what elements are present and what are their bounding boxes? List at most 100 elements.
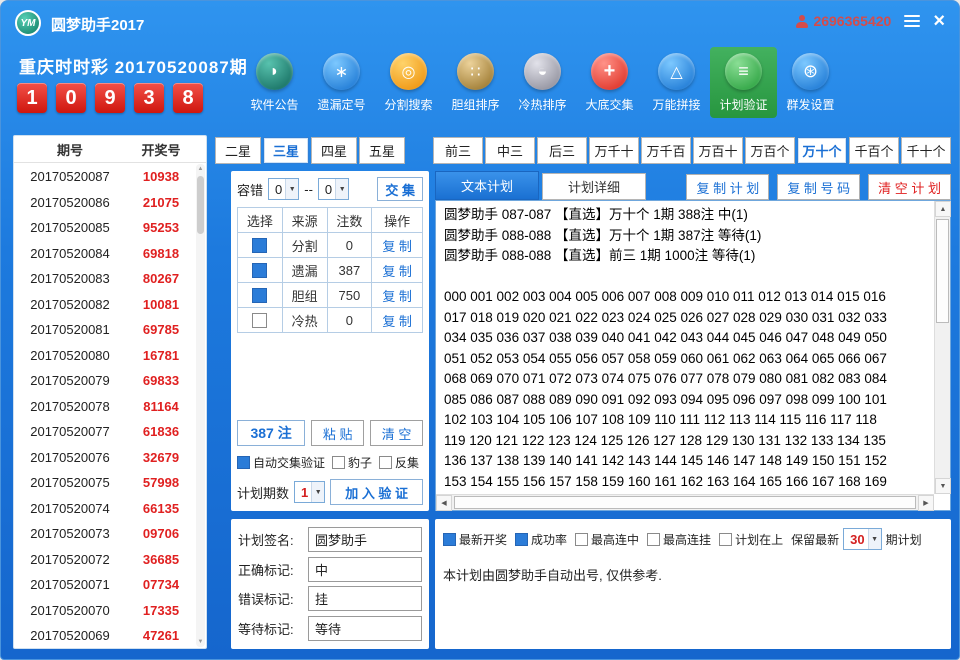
star-tab[interactable]: 四星 <box>311 137 357 164</box>
copy-source-button[interactable]: 复 制 <box>382 314 412 329</box>
display-option[interactable]: 最新开奖 <box>443 531 507 548</box>
draw-row[interactable]: 2017052007557998 <box>14 470 196 496</box>
position-tab[interactable]: 千十个 <box>901 137 951 164</box>
field-input[interactable] <box>308 616 422 641</box>
source-checkbox[interactable] <box>252 313 267 328</box>
option-checkbox[interactable] <box>443 533 456 546</box>
position-tab[interactable]: 万千百 <box>641 137 691 164</box>
plan-tab[interactable]: 计划详细 <box>542 173 646 200</box>
copy-numbers-button[interactable]: 复 制 号 码 <box>777 174 860 200</box>
draw-row[interactable]: 2017052008621075 <box>14 190 196 216</box>
option-checkbox[interactable] <box>647 533 660 546</box>
position-tab[interactable]: 万十个 <box>797 137 847 164</box>
draw-row[interactable]: 2017052007309706 <box>14 521 196 547</box>
toolbar-item-splice[interactable]: △万能拼接 <box>643 47 710 118</box>
display-option[interactable]: 计划在上 <box>719 531 783 548</box>
scroll-left-icon[interactable]: ◀ <box>436 495 452 511</box>
position-tab[interactable]: 万百个 <box>745 137 795 164</box>
draw-row[interactable]: 2017052007761836 <box>14 419 196 445</box>
source-checkbox[interactable] <box>252 263 267 278</box>
toolbar-item-intersection[interactable]: +大底交集 <box>576 47 643 118</box>
draw-row[interactable]: 2017052007017335 <box>14 598 196 624</box>
star-tab[interactable]: 二星 <box>215 137 261 164</box>
display-option[interactable]: 最高连挂 <box>647 531 711 548</box>
position-tab[interactable]: 千百个 <box>849 137 899 164</box>
position-tab[interactable]: 前三 <box>433 137 483 164</box>
draw-row[interactable]: 2017052007881164 <box>14 394 196 420</box>
user-account[interactable]: 2696365420 <box>795 13 891 29</box>
toolbar-item-plan-verify[interactable]: ≡计划验证 <box>710 47 777 118</box>
draw-row[interactable]: 2017052008210081 <box>14 292 196 318</box>
scroll-down-icon[interactable]: ▼ <box>935 478 951 494</box>
draw-row[interactable]: 2017052007632679 <box>14 445 196 471</box>
reverse-checkbox[interactable] <box>379 456 392 469</box>
clear-plan-button[interactable]: 清 空 计 划 <box>868 174 951 200</box>
reverse-option[interactable]: 反集 <box>379 454 419 471</box>
copy-source-button[interactable]: 复 制 <box>382 239 412 254</box>
source-checkbox[interactable] <box>252 238 267 253</box>
draw-digit: 9 <box>95 83 125 113</box>
position-tab[interactable]: 万千十 <box>589 137 639 164</box>
menu-icon[interactable] <box>904 15 920 27</box>
display-option[interactable]: 最高连中 <box>575 531 639 548</box>
copy-source-button[interactable]: 复 制 <box>382 264 412 279</box>
close-icon[interactable]: × <box>933 12 945 30</box>
source-checkbox[interactable] <box>252 288 267 303</box>
add-verify-button[interactable]: 加 入 验 证 <box>330 479 423 505</box>
keep-select[interactable]: 30 ▼ <box>843 528 881 550</box>
scrollbar-thumb[interactable] <box>454 496 916 509</box>
scroll-up-icon[interactable]: ▲ <box>196 164 205 174</box>
toolbar-item-hot-cold-sort[interactable]: ◒冷热排序 <box>509 47 576 118</box>
tolerance-to-select[interactable]: 0 ▼ <box>318 178 349 200</box>
clear-source-button[interactable]: 清 空 <box>370 420 423 446</box>
scroll-right-icon[interactable]: ▶ <box>918 495 934 511</box>
intersect-button[interactable]: 交 集 <box>377 177 423 201</box>
scrollbar-thumb[interactable] <box>936 219 949 323</box>
scrollbar-thumb[interactable] <box>197 176 204 234</box>
draw-row[interactable]: 2017052007466135 <box>14 496 196 522</box>
field-input[interactable] <box>308 557 422 582</box>
toolbar-item-announcement[interactable]: ◗软件公告 <box>241 47 308 118</box>
draw-row[interactable]: 2017052008469818 <box>14 241 196 267</box>
star-tab[interactable]: 五星 <box>359 137 405 164</box>
vertical-scrollbar[interactable]: ▲ ▼ <box>934 201 950 494</box>
option-checkbox[interactable] <box>719 533 732 546</box>
draw-row[interactable]: 2017052007236685 <box>14 547 196 573</box>
draw-row[interactable]: 2017052008380267 <box>14 266 196 292</box>
copy-plan-button[interactable]: 复 制 计 划 <box>686 174 769 200</box>
plan-periods-select[interactable]: 1 ▼ <box>294 481 325 503</box>
scroll-up-icon[interactable]: ▲ <box>935 201 951 217</box>
draw-row[interactable]: 2017052006947261 <box>14 623 196 647</box>
toolbar-item-split-search[interactable]: ◎分割搜索 <box>375 47 442 118</box>
draw-row[interactable]: 2017052008710938 <box>14 164 196 190</box>
copy-source-button[interactable]: 复 制 <box>382 289 412 304</box>
toolbar-item-group-sort[interactable]: ∷胆组排序 <box>442 47 509 118</box>
paste-button[interactable]: 粘 贴 <box>311 420 364 446</box>
tolerance-from-select[interactable]: 0 ▼ <box>268 178 299 200</box>
plan-tab[interactable]: 文本计划 <box>435 171 539 200</box>
draw-row[interactable]: 2017052007969833 <box>14 368 196 394</box>
sidebar-scrollbar[interactable]: ▲ ▼ <box>196 164 205 647</box>
position-tab[interactable]: 中三 <box>485 137 535 164</box>
draw-row[interactable]: 2017052008016781 <box>14 343 196 369</box>
toolbar-item-broadcast-settings[interactable]: ⊛群发设置 <box>777 47 844 118</box>
draw-row[interactable]: 2017052007107734 <box>14 572 196 598</box>
plan-text-area[interactable]: 圆梦助手 087-087 【直选】万十个 1期 388注 中(1) 圆梦助手 0… <box>435 200 951 511</box>
draw-row[interactable]: 2017052008169785 <box>14 317 196 343</box>
option-checkbox[interactable] <box>575 533 588 546</box>
star-tab[interactable]: 三星 <box>263 137 309 164</box>
horizontal-scrollbar[interactable]: ◀ ▶ <box>436 494 934 510</box>
field-input[interactable] <box>308 586 422 611</box>
auto-verify-checkbox[interactable] <box>237 456 250 469</box>
leopard-option[interactable]: 豹子 <box>332 454 372 471</box>
position-tab[interactable]: 后三 <box>537 137 587 164</box>
display-option[interactable]: 成功率 <box>515 531 567 548</box>
position-tab[interactable]: 万百十 <box>693 137 743 164</box>
option-checkbox[interactable] <box>515 533 528 546</box>
leopard-checkbox[interactable] <box>332 456 345 469</box>
field-input[interactable] <box>308 527 422 552</box>
scroll-down-icon[interactable]: ▼ <box>196 637 205 647</box>
toolbar-item-omission[interactable]: ∗遗漏定号 <box>308 47 375 118</box>
draw-row[interactable]: 2017052008595253 <box>14 215 196 241</box>
auto-verify-option[interactable]: 自动交集验证 <box>237 454 325 471</box>
